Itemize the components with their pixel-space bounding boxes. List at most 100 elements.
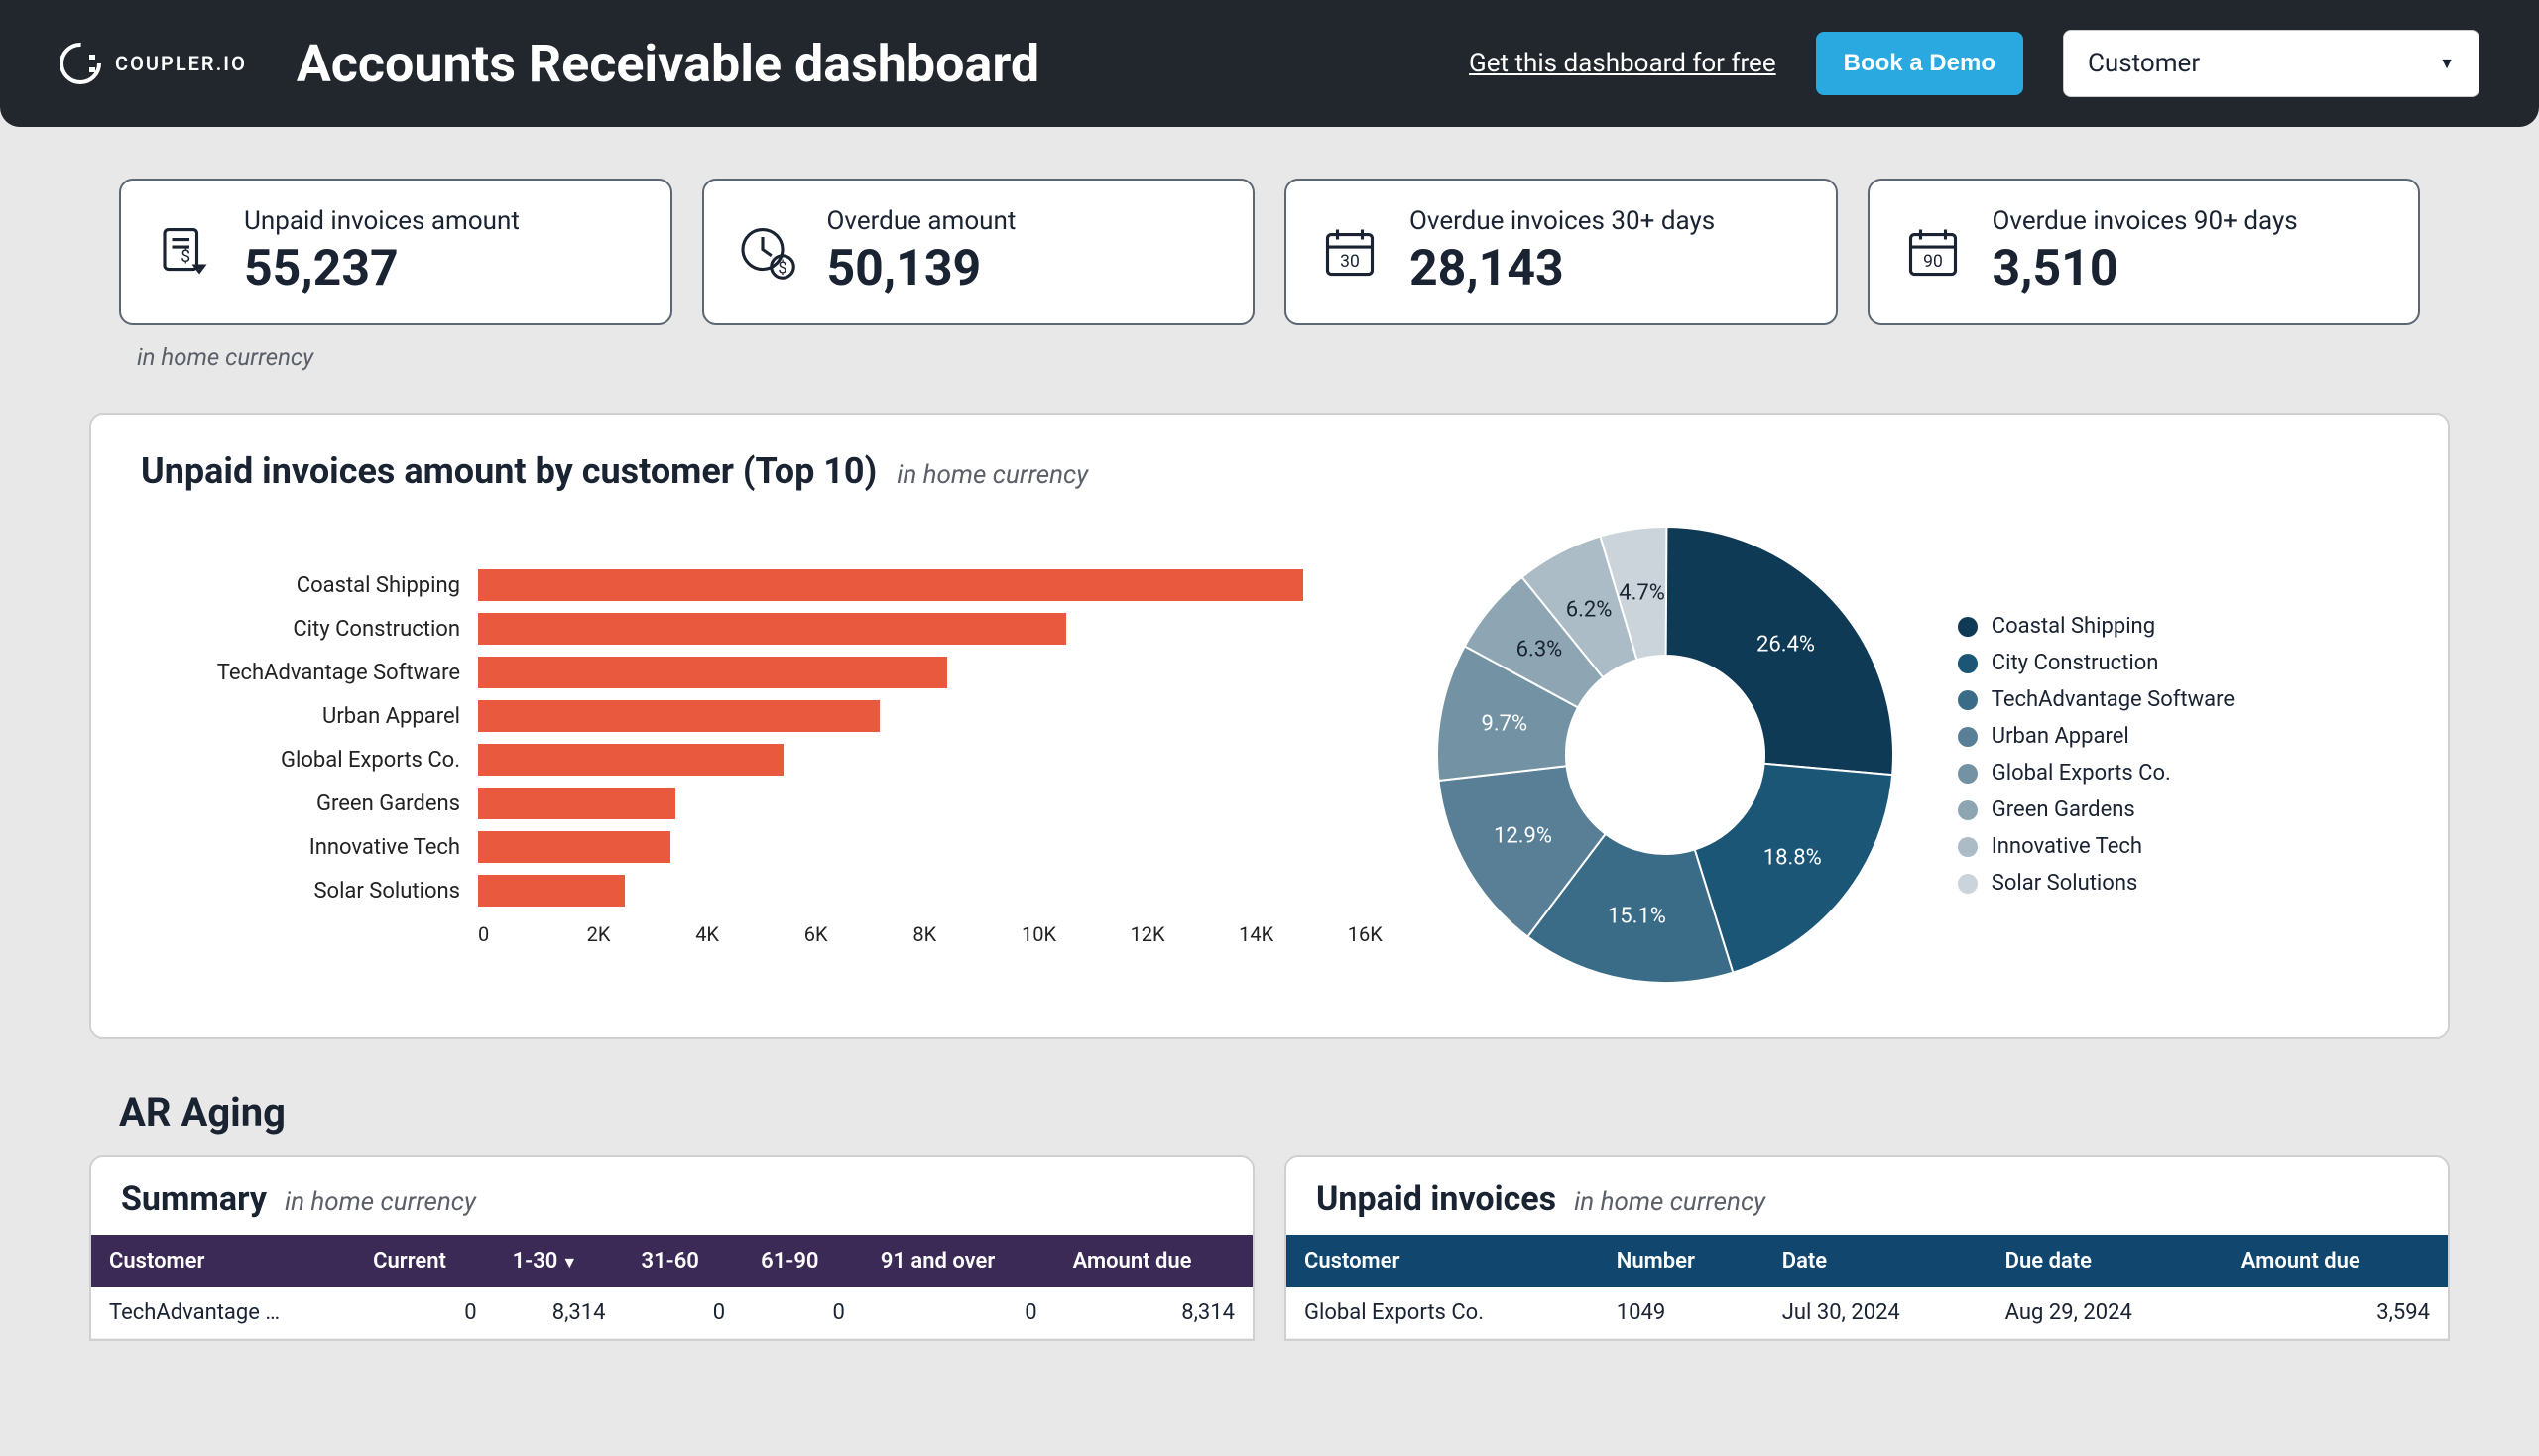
get-dashboard-link[interactable]: Get this dashboard for free bbox=[1469, 49, 1776, 78]
legend-swatch-icon bbox=[1958, 617, 1978, 637]
bar-label: Green Gardens bbox=[171, 791, 478, 816]
bar-label: Urban Apparel bbox=[171, 704, 478, 729]
legend-item: Innovative Tech bbox=[1958, 834, 2235, 859]
bar-chart: Coastal ShippingCity ConstructionTechAdv… bbox=[141, 563, 1383, 946]
customer-dropdown[interactable]: Customer ▼ bbox=[2063, 30, 2479, 97]
donut-slice-label: 26.4% bbox=[1756, 632, 1815, 657]
table-cell: 0 bbox=[355, 1287, 494, 1339]
table-cell: 0 bbox=[743, 1287, 863, 1339]
page-title: Accounts Receivable dashboard bbox=[297, 34, 1429, 94]
axis-tick: 10K bbox=[1022, 922, 1131, 946]
unpaid-table: CustomerNumberDateDue dateAmount due Glo… bbox=[1286, 1235, 2448, 1339]
bar-label: TechAdvantage Software bbox=[171, 661, 478, 685]
kpi-value: 55,237 bbox=[244, 240, 520, 298]
table-cell: Global Exports Co. bbox=[1286, 1287, 1599, 1339]
kpi-overdue-amount: $ Overdue amount 50,139 bbox=[702, 179, 1256, 325]
summary-table-card: Summary in home currency CustomerCurrent… bbox=[89, 1155, 1255, 1341]
table-cell: 0 bbox=[624, 1287, 744, 1339]
book-demo-button[interactable]: Book a Demo bbox=[1816, 32, 2023, 95]
bar-fill bbox=[478, 744, 784, 776]
table-cell: 3,594 bbox=[2224, 1287, 2448, 1339]
bar-row: Urban Apparel bbox=[171, 694, 1383, 738]
unpaid-col-header[interactable]: Number bbox=[1599, 1235, 1764, 1287]
legend-label: City Construction bbox=[1992, 651, 2159, 675]
kpi-value: 3,510 bbox=[1993, 240, 2298, 298]
legend-swatch-icon bbox=[1958, 800, 1978, 820]
summary-col-header[interactable]: 31-60 bbox=[624, 1235, 744, 1287]
legend-item: Global Exports Co. bbox=[1958, 761, 2235, 786]
axis-tick: 12K bbox=[1131, 922, 1240, 946]
invoice-dollar-icon: $ bbox=[155, 222, 214, 282]
svg-text:$: $ bbox=[778, 258, 786, 277]
donut-chart: 26.4%18.8%15.1%12.9%9.7%6.3%6.2%4.7% bbox=[1422, 512, 1908, 998]
unpaid-col-header[interactable]: Customer bbox=[1286, 1235, 1599, 1287]
unpaid-col-header[interactable]: Due date bbox=[1988, 1235, 2224, 1287]
legend-item: Urban Apparel bbox=[1958, 724, 2235, 749]
bar-row: Global Exports Co. bbox=[171, 738, 1383, 782]
legend-item: Green Gardens bbox=[1958, 797, 2235, 822]
bar-axis: 02K4K6K8K10K12K14K16K bbox=[478, 922, 1383, 946]
coupler-logo-icon bbox=[60, 43, 101, 84]
table-cell: Jul 30, 2024 bbox=[1764, 1287, 1988, 1339]
bar-fill bbox=[478, 875, 625, 907]
bar-fill bbox=[478, 657, 947, 688]
axis-tick: 6K bbox=[804, 922, 913, 946]
legend-label: Innovative Tech bbox=[1992, 834, 2142, 859]
legend-label: Global Exports Co. bbox=[1992, 761, 2171, 786]
chart-subtitle: in home currency bbox=[897, 460, 1088, 490]
donut-slice-label: 4.7% bbox=[1619, 580, 1665, 605]
calendar-30-icon: 30 bbox=[1320, 222, 1380, 282]
summary-col-header[interactable]: Amount due bbox=[1055, 1235, 1253, 1287]
table-cell: 1049 bbox=[1599, 1287, 1764, 1339]
axis-tick: 8K bbox=[912, 922, 1022, 946]
bar-row: Innovative Tech bbox=[171, 825, 1383, 869]
summary-col-header[interactable]: 91 and over bbox=[863, 1235, 1055, 1287]
brand-name: COUPLER.IO bbox=[115, 52, 247, 75]
chart-title: Unpaid invoices amount by customer (Top … bbox=[141, 450, 877, 492]
kpi-unpaid-invoices: $ Unpaid invoices amount 55,237 bbox=[119, 179, 672, 325]
legend-item: TechAdvantage Software bbox=[1958, 687, 2235, 712]
unpaid-table-card: Unpaid invoices in home currency Custome… bbox=[1284, 1155, 2450, 1341]
unpaid-col-header[interactable]: Amount due bbox=[2224, 1235, 2448, 1287]
clock-dollar-icon: $ bbox=[738, 222, 797, 282]
bar-fill bbox=[478, 788, 675, 819]
bar-row: TechAdvantage Software bbox=[171, 651, 1383, 694]
currency-note: in home currency bbox=[137, 343, 2420, 371]
summary-table: CustomerCurrent1-3031-6061-9091 and over… bbox=[91, 1235, 1253, 1339]
bar-fill bbox=[478, 569, 1303, 601]
unpaid-title: Unpaid invoices bbox=[1316, 1179, 1556, 1219]
summary-sub: in home currency bbox=[285, 1187, 476, 1217]
calendar-90-icon: 90 bbox=[1903, 222, 1963, 282]
summary-col-header[interactable]: 1-30 bbox=[495, 1235, 624, 1287]
table-cell: 8,314 bbox=[1055, 1287, 1253, 1339]
customer-dropdown-label: Customer bbox=[2088, 49, 2200, 78]
summary-col-header[interactable]: 61-90 bbox=[743, 1235, 863, 1287]
table-cell: TechAdvantage … bbox=[91, 1287, 355, 1339]
summary-col-header[interactable]: Customer bbox=[91, 1235, 355, 1287]
legend-label: Coastal Shipping bbox=[1992, 614, 2155, 639]
top10-chart-card: Unpaid invoices amount by customer (Top … bbox=[89, 413, 2450, 1039]
summary-title: Summary bbox=[121, 1179, 267, 1219]
top-header: COUPLER.IO Accounts Receivable dashboard… bbox=[0, 0, 2539, 127]
summary-col-header[interactable]: Current bbox=[355, 1235, 494, 1287]
kpi-value: 28,143 bbox=[1409, 240, 1715, 298]
table-cell: Aug 29, 2024 bbox=[1988, 1287, 2224, 1339]
table-cell: 8,314 bbox=[495, 1287, 624, 1339]
kpi-value: 50,139 bbox=[827, 240, 1017, 298]
kpi-label: Overdue invoices 30+ days bbox=[1409, 206, 1715, 236]
bar-row: Coastal Shipping bbox=[171, 563, 1383, 607]
unpaid-col-header[interactable]: Date bbox=[1764, 1235, 1988, 1287]
legend-label: TechAdvantage Software bbox=[1992, 687, 2235, 712]
kpi-overdue-90: 90 Overdue invoices 90+ days 3,510 bbox=[1868, 179, 2421, 325]
table-row: TechAdvantage …08,3140008,314 bbox=[91, 1287, 1253, 1339]
axis-tick: 2K bbox=[587, 922, 696, 946]
donut-slice-label: 12.9% bbox=[1494, 823, 1552, 848]
svg-text:90: 90 bbox=[1923, 252, 1943, 272]
axis-tick: 14K bbox=[1239, 922, 1348, 946]
bar-fill bbox=[478, 831, 670, 863]
donut-legend: Coastal Shipping City Construction TechAdv… bbox=[1958, 614, 2235, 896]
legend-swatch-icon bbox=[1958, 690, 1978, 710]
axis-tick: 0 bbox=[478, 922, 587, 946]
legend-swatch-icon bbox=[1958, 654, 1978, 673]
bar-fill bbox=[478, 613, 1066, 645]
